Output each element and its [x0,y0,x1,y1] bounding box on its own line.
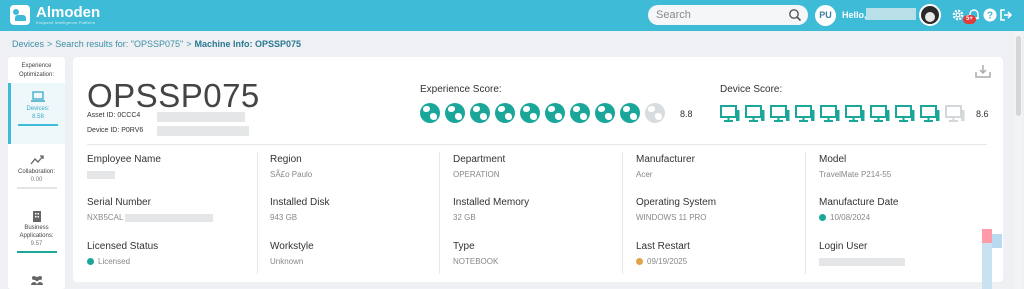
field-licensed-status: Licensed Status Licensed [87,241,159,266]
monitor-icon [895,105,915,122]
machine-name-title: OPSSP075 [87,77,260,114]
field-last-restart: Last Restart 09/19/2025 [636,241,690,266]
greeting-text: Hello, [842,10,867,20]
breadcrumb-current: Machine Info: OPSSP075 [194,39,302,49]
laptop-icon [31,91,45,102]
building-icon [32,211,41,222]
field-department: Department OPERATION [453,154,506,179]
search-box[interactable] [648,5,808,25]
monitor-icon [720,105,740,122]
notification-count-badge: 5+ [963,15,976,24]
chat-widget-icon[interactable] [982,229,992,243]
globe-icon [470,103,490,123]
globe-icon [545,103,565,123]
field-login-user: Login User [819,241,868,252]
status-dot-ok [819,214,826,221]
logo-icon [10,5,30,25]
asset-id-label: Asset ID: 0CCC4 [87,112,141,119]
field-model: Model TravelMate P214-55 [819,154,892,179]
trend-icon [29,155,44,165]
sidebar-item-score-bar [16,251,57,253]
search-icon[interactable] [788,8,802,22]
sidebar-item-users[interactable] [8,271,65,289]
redacted-user-name [866,8,916,20]
top-navigation-bar: Almoden Endpoint Intelligence Platform P… [0,0,1024,31]
globe-icon [445,103,465,123]
monitor-icon [845,105,865,122]
device-score-label: Device Score: [720,84,783,95]
field-installed-disk: Installed Disk 943 GB [270,197,330,222]
field-installed-memory: Installed Memory 32 GB [453,197,530,222]
monitor-icon [745,105,765,122]
field-employee-name: Employee Name [87,154,161,165]
redacted-device-id [157,126,249,136]
sidebar-item-collaboration[interactable]: Collaboration: 0.00 [8,150,65,202]
field-type: Type NOTEBOOK [453,241,499,266]
sidebar-item-devices[interactable]: Devices: 8.58 [8,83,65,144]
breadcrumb-devices-link[interactable]: Devices [12,39,44,49]
sidebar-item-label: Business Applications: [19,225,54,239]
globe-icon [495,103,515,123]
sidebar-item-value: 8.58 [32,114,44,120]
status-dot-warn [636,258,643,265]
sidebar-item-label: Devices: [26,106,50,112]
machine-info-card: OPSSP075 Asset ID: 0CCC4 Device ID: P0RV… [73,57,1003,282]
monitor-icon [770,105,790,122]
redacted-employee-name [87,171,115,179]
globe-icon [570,103,590,123]
monitor-icon [920,105,940,122]
sidebar-item-label: Collaboration: [17,169,56,175]
app-name: Almoden [36,4,101,21]
page-scrollbar-thumb[interactable] [1016,36,1021,116]
help-icon[interactable]: ? [983,8,997,22]
experience-score-label: Experience Score: [420,84,502,95]
sidebar-item-score-bar [16,187,57,189]
experience-score-value: 8.8 [680,109,693,119]
monitor-icon [820,105,840,122]
field-operating-system: Operating System WINDOWS 11 PRO [636,197,717,222]
monitor-icon [795,105,815,122]
search-input[interactable] [656,7,786,23]
globe-icon [420,103,440,123]
sidebar-heading: Experience Optimization: [18,63,54,78]
redacted-login-user [819,258,905,266]
svg-text:?: ? [987,11,993,22]
sidebar-item-business-applications[interactable]: Business Applications: 9.57 [8,207,65,265]
globe-icon [620,103,640,123]
redacted-serial-number [125,214,213,222]
experience-sidebar: Experience Optimization: Devices: 8.58 C… [8,57,65,289]
app-tagline: Endpoint Intelligence Platform [36,20,96,25]
logout-icon[interactable] [999,8,1013,22]
sidebar-item-score-bar [18,124,58,126]
download-icon[interactable] [975,64,991,78]
user-photo-avatar[interactable] [919,4,941,26]
app-logo[interactable]: Almoden Endpoint Intelligence Platform [10,5,100,25]
breadcrumb-search-results-link[interactable]: Search results for: "OPSSP075" [55,39,183,49]
monitor-icon [945,105,965,122]
sidebar-item-value: 9.57 [30,241,43,247]
globe-icon [595,103,615,123]
redacted-asset-id [157,112,245,122]
status-dot-ok [87,258,94,265]
user-initials-avatar[interactable]: PU [815,5,836,26]
field-manufacture-date: Manufacture Date 10/08/2024 [819,197,899,222]
field-workstyle: Workstyle Unknown [270,241,314,266]
users-icon [30,276,43,285]
globe-icon [520,103,540,123]
field-region: Region SÃ£o Paulo [270,154,313,179]
sidebar-item-value: 0.00 [30,177,43,183]
field-manufacturer: Manufacturer Acer [636,154,695,179]
device-id-label: Device ID: P0RV6 [87,127,144,134]
monitor-icon [870,105,890,122]
device-score-value: 8.6 [976,109,989,119]
globe-icon [645,103,665,123]
breadcrumb: Devices > Search results for: "OPSSP075" > M… [12,39,302,49]
